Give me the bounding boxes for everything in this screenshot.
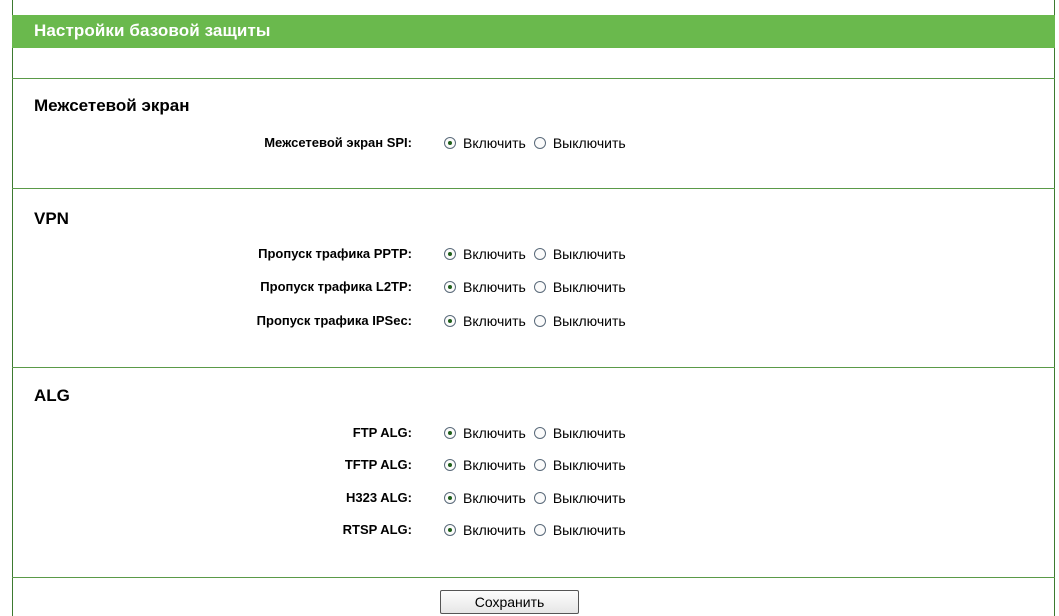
row-rtsp-alg: RTSP ALG: Включить Выключить <box>13 519 1053 541</box>
radio-enable[interactable] <box>444 524 456 536</box>
row-label: Пропуск трафика L2TP: <box>260 279 412 294</box>
enable-label: Включить <box>463 522 526 538</box>
radio-enable[interactable] <box>444 459 456 471</box>
radio-group: Включить Выключить <box>444 310 634 332</box>
radio-disable[interactable] <box>533 427 546 439</box>
section-title-alg: ALG <box>34 386 70 405</box>
radio-disable[interactable] <box>533 315 546 327</box>
disable-label: Выключить <box>552 313 626 329</box>
row-label: RTSP ALG: <box>342 522 412 537</box>
radio-disable[interactable] <box>533 137 546 149</box>
radio-enable[interactable] <box>444 492 456 504</box>
disable-label: Выключить <box>552 522 626 538</box>
row-spi-firewall: Межсетевой экран SPI: Включить Выключить <box>13 132 1053 154</box>
radio-enable[interactable] <box>444 427 456 439</box>
section-title-firewall: Межсетевой экран <box>34 96 190 115</box>
enable-label: Включить <box>463 457 526 473</box>
row-h323-alg: H323 ALG: Включить Выключить <box>13 487 1053 509</box>
divider <box>12 577 1055 578</box>
radio-enable[interactable] <box>444 281 456 293</box>
enable-label: Включить <box>463 425 526 441</box>
disable-label: Выключить <box>552 490 626 506</box>
radio-enable[interactable] <box>444 248 456 260</box>
row-label: Пропуск трафика PPTP: <box>258 246 412 261</box>
enable-label: Включить <box>463 279 526 295</box>
radio-group: Включить Выключить <box>444 422 634 444</box>
disable-label: Выключить <box>552 279 626 295</box>
enable-label: Включить <box>463 490 526 506</box>
disable-label: Выключить <box>552 135 626 151</box>
radio-enable[interactable] <box>444 137 456 149</box>
row-l2tp: Пропуск трафика L2TP: Включить Выключить <box>13 276 1053 298</box>
enable-label: Включить <box>463 246 526 262</box>
divider <box>12 78 1055 79</box>
row-label: TFTP ALG: <box>344 457 412 472</box>
row-pptp: Пропуск трафика PPTP: Включить Выключить <box>13 243 1053 265</box>
row-ftp-alg: FTP ALG: Включить Выключить <box>13 422 1053 444</box>
row-tftp-alg: TFTP ALG: Включить Выключить <box>13 454 1053 476</box>
save-button[interactable]: Сохранить <box>440 590 579 614</box>
enable-label: Включить <box>463 135 526 151</box>
disable-label: Выключить <box>552 425 626 441</box>
radio-group: Включить Выключить <box>444 454 634 476</box>
divider <box>12 188 1055 189</box>
row-label: Пропуск трафика IPSec: <box>256 313 412 328</box>
disable-label: Выключить <box>552 246 626 262</box>
radio-group: Включить Выключить <box>444 487 634 509</box>
radio-group: Включить Выключить <box>444 132 634 154</box>
radio-enable[interactable] <box>444 315 456 327</box>
row-ipsec: Пропуск трафика IPSec: Включить Выключит… <box>13 310 1053 332</box>
radio-disable[interactable] <box>533 281 546 293</box>
page-title: Настройки базовой защиты <box>34 21 271 40</box>
radio-disable[interactable] <box>533 248 546 260</box>
enable-label: Включить <box>463 313 526 329</box>
divider <box>12 367 1055 368</box>
header-bar: Настройки базовой защиты <box>12 15 1055 48</box>
disable-label: Выключить <box>552 457 626 473</box>
radio-group: Включить Выключить <box>444 276 634 298</box>
radio-disable[interactable] <box>533 459 546 471</box>
row-label: FTP ALG: <box>352 425 412 440</box>
section-title-vpn: VPN <box>34 209 69 228</box>
radio-group: Включить Выключить <box>444 243 634 265</box>
row-label: H323 ALG: <box>346 490 412 505</box>
radio-disable[interactable] <box>533 492 546 504</box>
radio-disable[interactable] <box>533 524 546 536</box>
row-label: Межсетевой экран SPI: <box>264 135 412 150</box>
radio-group: Включить Выключить <box>444 519 634 541</box>
